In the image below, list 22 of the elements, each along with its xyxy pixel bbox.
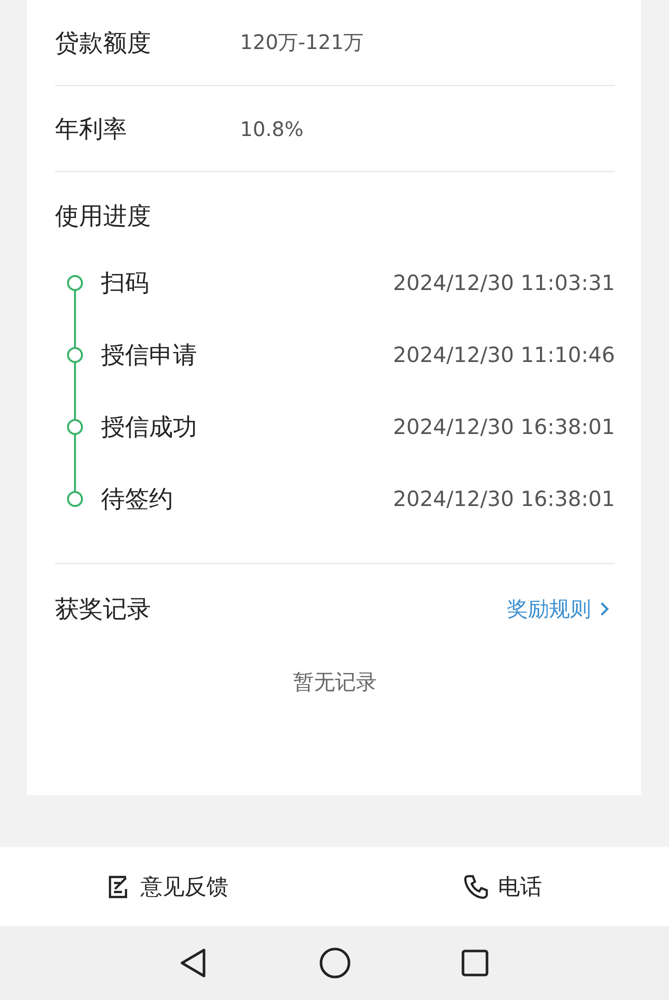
step-time: 2024/12/30 11:10:46: [392, 343, 615, 367]
home-icon[interactable]: [318, 947, 350, 979]
field-value: 120万-121万: [240, 29, 364, 56]
phone-button[interactable]: 电话: [458, 868, 546, 906]
phone-icon: [462, 872, 490, 900]
step-name: 授信申请: [101, 340, 198, 371]
step-time: 2024/12/30 16:38:01: [392, 415, 615, 439]
section-title: 使用进度: [55, 201, 151, 232]
empty-message: 暂无记录: [293, 670, 377, 694]
recents-icon[interactable]: [461, 949, 489, 977]
step-time: 2024/12/30 16:38:01: [392, 487, 615, 511]
step-time: 2024/12/30 11:03:31: [392, 271, 615, 295]
back-icon[interactable]: [178, 947, 208, 979]
chevron-icon: [599, 601, 609, 617]
feedback-button[interactable]: 意见反馈: [102, 868, 232, 906]
step-name: 待签约: [101, 484, 174, 515]
section-title: 获奖记录: [55, 594, 151, 625]
step-name: 扫码: [101, 268, 150, 299]
field-label: 年利率: [55, 114, 128, 144]
field-value: 10.8%: [240, 116, 304, 140]
step-name: 授信成功: [101, 412, 198, 443]
field-label: 贷款额度: [55, 28, 152, 58]
